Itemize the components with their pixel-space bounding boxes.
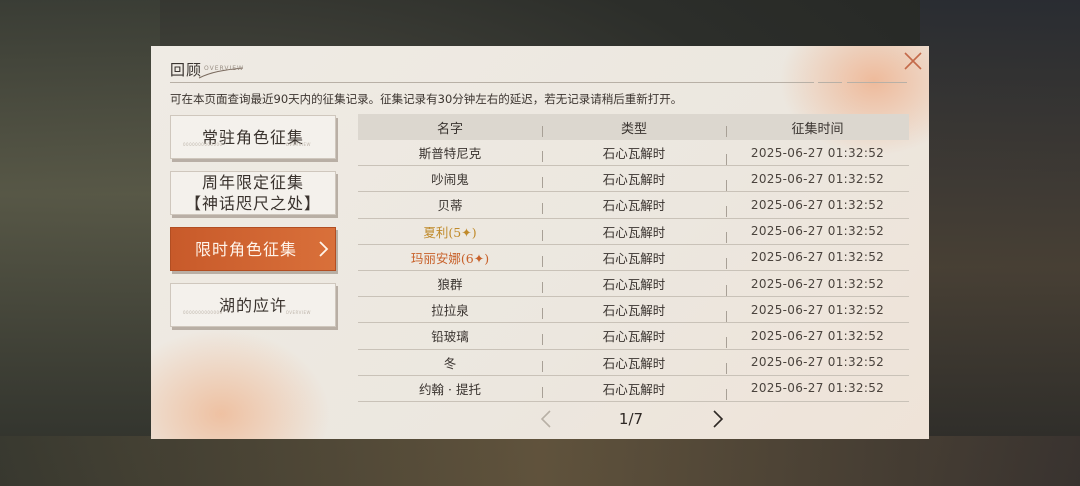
background-left: [0, 0, 160, 486]
cell-time: 2025-06-27 01:32:52: [726, 303, 909, 322]
background-right: [920, 0, 1080, 486]
cell-name: 冬: [443, 355, 457, 371]
cell-name: 吵闹鬼: [431, 172, 469, 188]
cell-time: 2025-06-27 01:32:52: [726, 224, 909, 244]
cell-time: 2025-06-27 01:32:52: [726, 329, 909, 348]
cell-time: 2025-06-27 01:32:52: [726, 277, 909, 296]
cell-type: 石心瓦解时: [542, 143, 726, 163]
cell-type: 石心瓦解时: [542, 222, 726, 241]
cell-type: 石心瓦解时: [542, 248, 726, 267]
chevron-right-icon: [319, 241, 329, 257]
table-body: 斯普特尼克 石心瓦解时 2025-06-27 01:32:52 吵闹鬼 石心瓦解时 202…: [358, 140, 909, 402]
cell-time: 2025-06-27 01:32:52: [726, 146, 909, 165]
background-bottom: [0, 436, 1080, 486]
cell-type: 石心瓦解时: [542, 353, 726, 372]
tab-label: 湖的应许: [218, 295, 287, 315]
table-header: 名字 类型 征集时间: [358, 114, 909, 140]
cell-type: 石心瓦解时: [542, 379, 726, 398]
close-icon[interactable]: [902, 50, 924, 72]
table-row: 吵闹鬼 石心瓦解时 2025-06-27 01:32:52: [358, 166, 909, 193]
cell-name: 约翰 · 提托: [419, 381, 481, 397]
cell-name: 贝蒂: [437, 198, 463, 214]
table-row: 铅玻璃 石心瓦解时 2025-06-27 01:32:52: [358, 323, 909, 350]
tab-sublabel: 【神话咫尺之处】: [184, 194, 321, 213]
cell-time: 2025-06-27 01:32:52: [726, 198, 909, 217]
tab-anniversary-recruit[interactable]: 周年限定征集 【神话咫尺之处】: [170, 171, 336, 215]
cell-type: 石心瓦解时: [542, 300, 726, 320]
table-row: 斯普特尼克 石心瓦解时 2025-06-27 01:32:52: [358, 140, 909, 167]
table-row: 贝蒂 石心瓦解时 2025-06-27 01:32:52: [358, 192, 909, 219]
tab-label: 周年限定征集: [201, 173, 304, 192]
table-row: 冬 石心瓦解时 2025-06-27 01:32:52: [358, 350, 909, 376]
table-row: 夏利(5✦) 石心瓦解时 2025-06-27 01:32:52: [358, 219, 909, 245]
column-header-name: 名字: [436, 121, 463, 137]
divider: [847, 82, 907, 83]
cell-type: 石心瓦解时: [542, 274, 726, 294]
chevron-right-icon[interactable]: [711, 409, 725, 429]
column-header-type: 类型: [542, 118, 726, 137]
cell-time: 2025-06-27 01:32:52: [726, 381, 909, 401]
tab-limited-recruit[interactable]: 限时角色征集: [170, 227, 336, 271]
table-row: 狼群 石心瓦解时 2025-06-27 01:32:52: [358, 271, 909, 298]
tab-standard-recruit[interactable]: 常驻角色征集 0000000000000 OVERVIEW: [170, 115, 336, 159]
column-header-time: 征集时间: [726, 118, 909, 137]
records-table: 名字 类型 征集时间 斯普特尼克 石心瓦解时 2025-06-27 01:32:52…: [358, 114, 909, 402]
divider: [170, 82, 814, 83]
cell-name: 玛丽安娜(6✦): [410, 250, 490, 266]
notice-text: 可在本页面查询最近90天内的征集记录。征集记录有30分钟左右的延迟，若无记录请稍…: [170, 92, 683, 106]
cell-name: 铅玻璃: [431, 329, 469, 345]
cell-type: 石心瓦解时: [542, 169, 726, 189]
cell-name: 夏利(5✦): [423, 224, 477, 240]
cell-name: 狼群: [437, 277, 463, 293]
cell-name: 斯普特尼克: [418, 146, 482, 162]
history-dialog: 回顾 OVERVIEW 可在本页面查询最近90天内的征集记录。征集记录有30分钟…: [151, 46, 929, 439]
tab-lake-promise[interactable]: 湖的应许 0000000000000 OVERVIEW: [170, 283, 336, 327]
cell-type: 石心瓦解时: [542, 326, 726, 346]
pagination: 1/7: [531, 404, 731, 434]
cell-name: 拉拉泉: [431, 303, 469, 319]
cell-type: 石心瓦解时: [542, 195, 726, 215]
dialog-subtitle: OVERVIEW: [204, 65, 244, 72]
table-row: 玛丽安娜(6✦) 石心瓦解时 2025-06-27 01:32:52: [358, 245, 909, 271]
table-row: 拉拉泉 石心瓦解时 2025-06-27 01:32:52: [358, 297, 909, 324]
table-row: 约翰 · 提托 石心瓦解时 2025-06-27 01:32:52: [358, 376, 909, 402]
divider: [818, 82, 842, 83]
page-indicator: 1/7: [618, 410, 644, 428]
cell-time: 2025-06-27 01:32:52: [726, 250, 909, 270]
cell-time: 2025-06-27 01:32:52: [726, 355, 909, 375]
tab-label: 限时角色征集: [194, 239, 297, 259]
cell-time: 2025-06-27 01:32:52: [726, 172, 909, 191]
